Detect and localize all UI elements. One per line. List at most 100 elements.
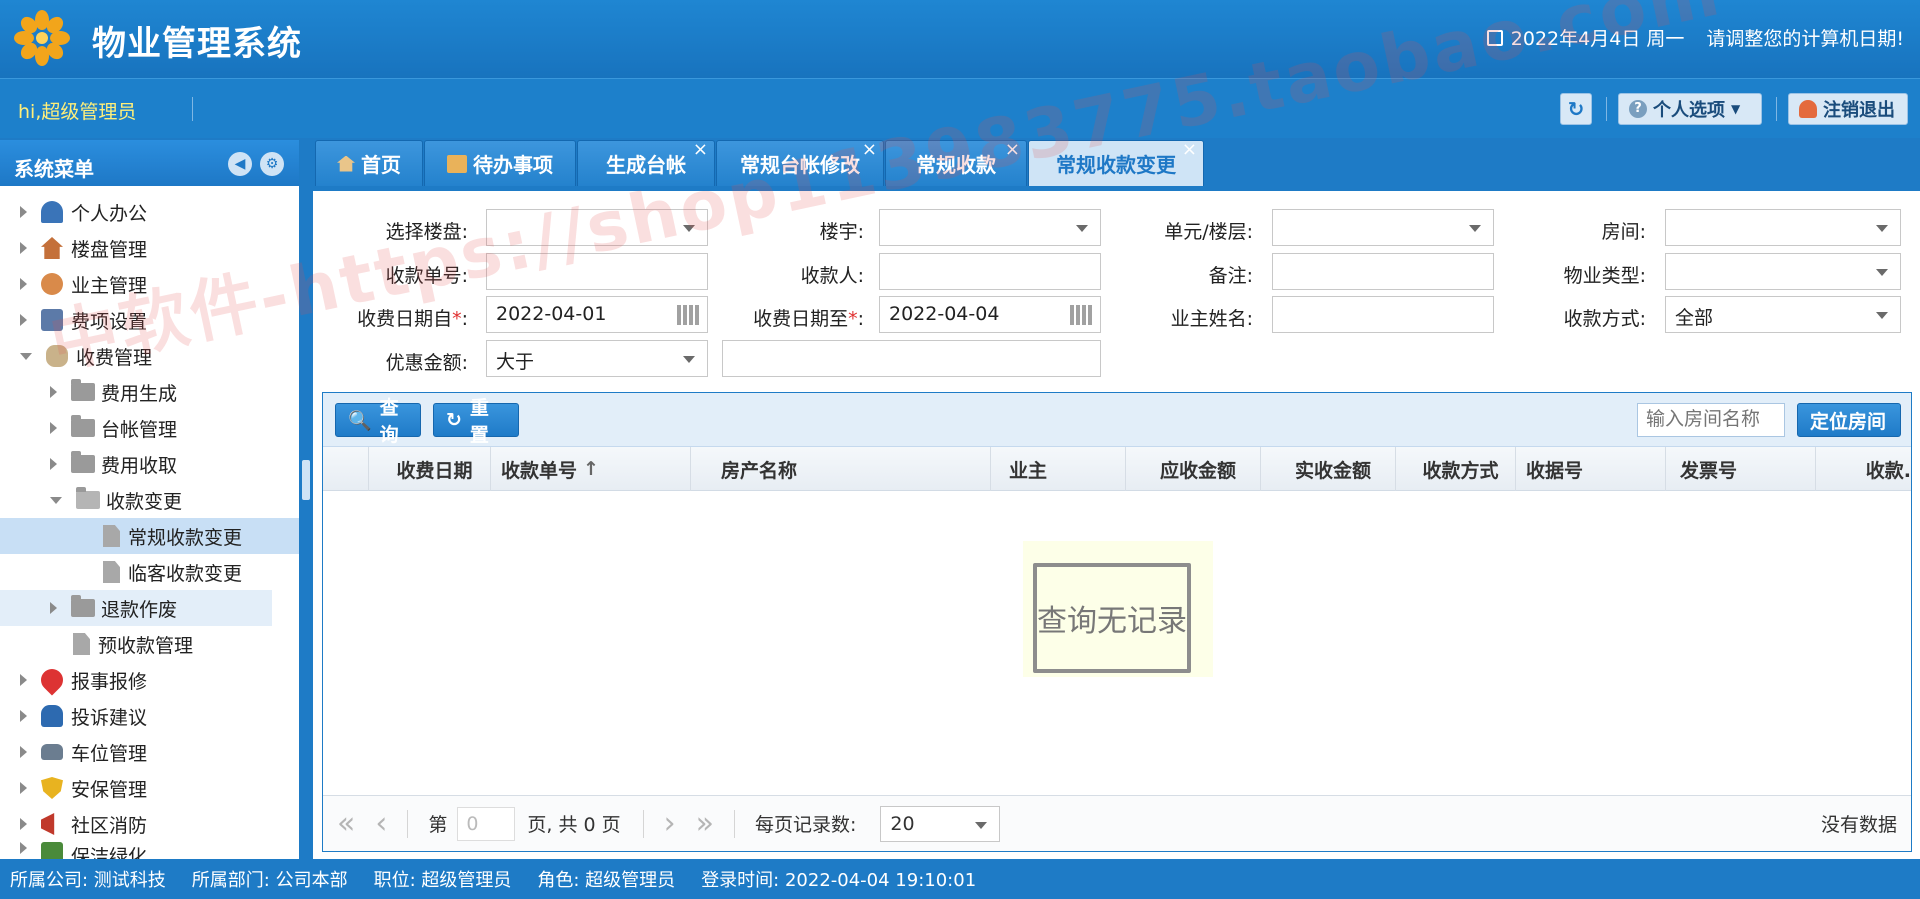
sidebar-item-fee-collect[interactable]: 费用收取: [0, 446, 299, 482]
chevron-right-icon: [20, 206, 27, 218]
tab-regular-ledger-edit[interactable]: 常规台帐修改 ×: [716, 139, 884, 186]
page-prefix: 第: [428, 814, 448, 836]
unit-select[interactable]: [1272, 209, 1494, 246]
owner-input[interactable]: [1272, 296, 1494, 333]
document-icon: [103, 525, 120, 547]
reset-button[interactable]: ↻ 重置: [433, 397, 519, 446]
close-icon[interactable]: ×: [693, 139, 708, 160]
chevron-right-icon: [20, 818, 27, 830]
remark-input[interactable]: [1272, 253, 1494, 290]
calendar-icon[interactable]: [677, 305, 699, 325]
receipt-no-label: 收款单号:: [385, 265, 468, 287]
locate-room-button[interactable]: 定位房间: [1797, 403, 1901, 437]
sidebar-splitter[interactable]: [299, 140, 313, 859]
sidebar-item-prepayment[interactable]: 预收款管理: [0, 626, 299, 662]
tab-regular-payment-change[interactable]: 常规收款变更 ×: [1028, 139, 1204, 186]
per-page-select[interactable]: 20: [880, 805, 1001, 842]
date-to-label: 收费日期至*:: [753, 308, 864, 330]
per-page-label: 每页记录数:: [754, 814, 857, 836]
block-select[interactable]: [879, 209, 1101, 246]
sidebar-item-payment-change[interactable]: 收款变更: [0, 482, 299, 518]
tab-home[interactable]: 首页: [315, 140, 423, 186]
owner-label: 业主姓名:: [1170, 308, 1253, 330]
room-search-input[interactable]: [1637, 403, 1785, 437]
sidebar-item-fee-generate[interactable]: 费用生成: [0, 374, 299, 410]
date-hint-link[interactable]: 请调整您的计算机日期!: [1706, 24, 1904, 51]
logo-icon: [14, 10, 70, 66]
receipt-no-input[interactable]: [486, 253, 708, 290]
tab-todo[interactable]: 待办事项: [424, 140, 576, 186]
document-icon: [103, 561, 120, 583]
greeting: hi,超级管理员: [18, 101, 137, 123]
payee-input[interactable]: [879, 253, 1101, 290]
sidebar-item-ledger[interactable]: 台帐管理: [0, 410, 299, 446]
date-to-input[interactable]: 2022-04-04: [879, 296, 1101, 333]
room-label: 房间:: [1601, 221, 1646, 243]
discount-amount-input[interactable]: [722, 340, 1101, 377]
collapse-icon[interactable]: ◀: [228, 152, 252, 176]
room-select[interactable]: [1665, 209, 1901, 246]
sidebar-item-guest-payment-change[interactable]: 临客收款变更: [0, 554, 299, 590]
close-icon[interactable]: ×: [1005, 139, 1020, 160]
column-header[interactable]: 收款.: [1816, 447, 1911, 491]
first-page-icon[interactable]: «: [337, 806, 355, 841]
sidebar-item-security[interactable]: 安保管理: [0, 770, 299, 806]
date-bar: 2022年4月4日 周一 请调整您的计算机日期!: [1486, 24, 1904, 51]
pager-status: 没有数据: [1820, 814, 1897, 836]
sidebar-item-complaint[interactable]: 投诉建议: [0, 698, 299, 734]
property-type-label: 物业类型:: [1563, 265, 1646, 287]
property-type-select[interactable]: [1665, 253, 1901, 290]
sidebar-item-owner[interactable]: 业主管理: [0, 266, 299, 302]
column-header[interactable]: 业主: [991, 447, 1126, 491]
discount-operator-select[interactable]: 大于: [486, 340, 708, 377]
calendar-icon[interactable]: [1070, 305, 1092, 325]
sidebar-item-fee-settings[interactable]: 费项设置: [0, 302, 299, 338]
close-icon[interactable]: ×: [1182, 139, 1197, 160]
sidebar-item-repair[interactable]: 报事报修: [0, 662, 299, 698]
sidebar-item-parking[interactable]: 车位管理: [0, 734, 299, 770]
sidebar-item-personal-office[interactable]: 个人办公: [0, 194, 299, 230]
sidebar-item-fire[interactable]: 社区消防: [0, 806, 299, 842]
building-select[interactable]: [486, 209, 708, 246]
divider: [1776, 97, 1777, 121]
sidebar-header: 系统菜单 ◀ ⚙: [0, 140, 299, 186]
date-from-label: 收费日期自*:: [357, 308, 468, 330]
gear-icon[interactable]: ⚙: [260, 152, 284, 176]
folder-icon: [71, 379, 95, 401]
query-button[interactable]: 🔍 查询: [335, 397, 421, 446]
status-position: 职位: 超级管理员: [373, 870, 512, 891]
column-header[interactable]: 应收金额: [1126, 447, 1261, 491]
column-header[interactable]: 实收金额: [1261, 447, 1396, 491]
sidebar: 系统菜单 ◀ ⚙ 个人办公 楼盘管理 业主管理 费项设置 收费管理 费用生成 台…: [0, 140, 299, 859]
date-from-input[interactable]: 2022-04-01: [486, 296, 708, 333]
sidebar-item-regular-payment-change[interactable]: 常规收款变更: [0, 518, 299, 554]
personal-options-button[interactable]: ? 个人选项 ▼: [1618, 93, 1762, 125]
tab-generate-ledger[interactable]: 生成台帐 ×: [577, 139, 715, 186]
sidebar-item-cleaning[interactable]: 保洁绿化: [0, 842, 299, 859]
chevron-right-icon: [50, 602, 57, 614]
chevron-right-icon: [20, 842, 27, 854]
refresh-button[interactable]: ↻: [1560, 93, 1592, 125]
payee-label: 收款人:: [800, 265, 864, 287]
tab-regular-payment[interactable]: 常规收款 ×: [885, 139, 1027, 186]
logout-button[interactable]: 注销退出: [1788, 93, 1908, 125]
last-page-icon[interactable]: »: [696, 806, 714, 841]
column-header[interactable]: 收款单号 ↑: [491, 447, 691, 491]
column-header[interactable]: 收费日期: [369, 447, 491, 491]
column-header[interactable]: 房产名称: [691, 447, 991, 491]
empty-message: 查询无记录: [1033, 563, 1191, 673]
sidebar-item-refund-void[interactable]: 退款作废: [0, 590, 272, 626]
leaf-icon: [41, 842, 63, 859]
pay-method-select[interactable]: 全部: [1665, 296, 1901, 333]
next-page-icon[interactable]: ›: [664, 806, 676, 841]
column-header[interactable]: 收据号: [1516, 447, 1666, 491]
sidebar-item-charge-management[interactable]: 收费管理: [0, 338, 299, 374]
column-header[interactable]: 收款方式: [1396, 447, 1516, 491]
person-icon: [41, 201, 63, 223]
sidebar-item-building[interactable]: 楼盘管理: [0, 230, 299, 266]
page-input[interactable]: 0: [457, 806, 516, 841]
prev-page-icon[interactable]: ‹: [375, 806, 387, 841]
column-header[interactable]: 发票号: [1666, 447, 1816, 491]
block-label: 楼宇:: [819, 221, 864, 243]
close-icon[interactable]: ×: [862, 139, 877, 160]
